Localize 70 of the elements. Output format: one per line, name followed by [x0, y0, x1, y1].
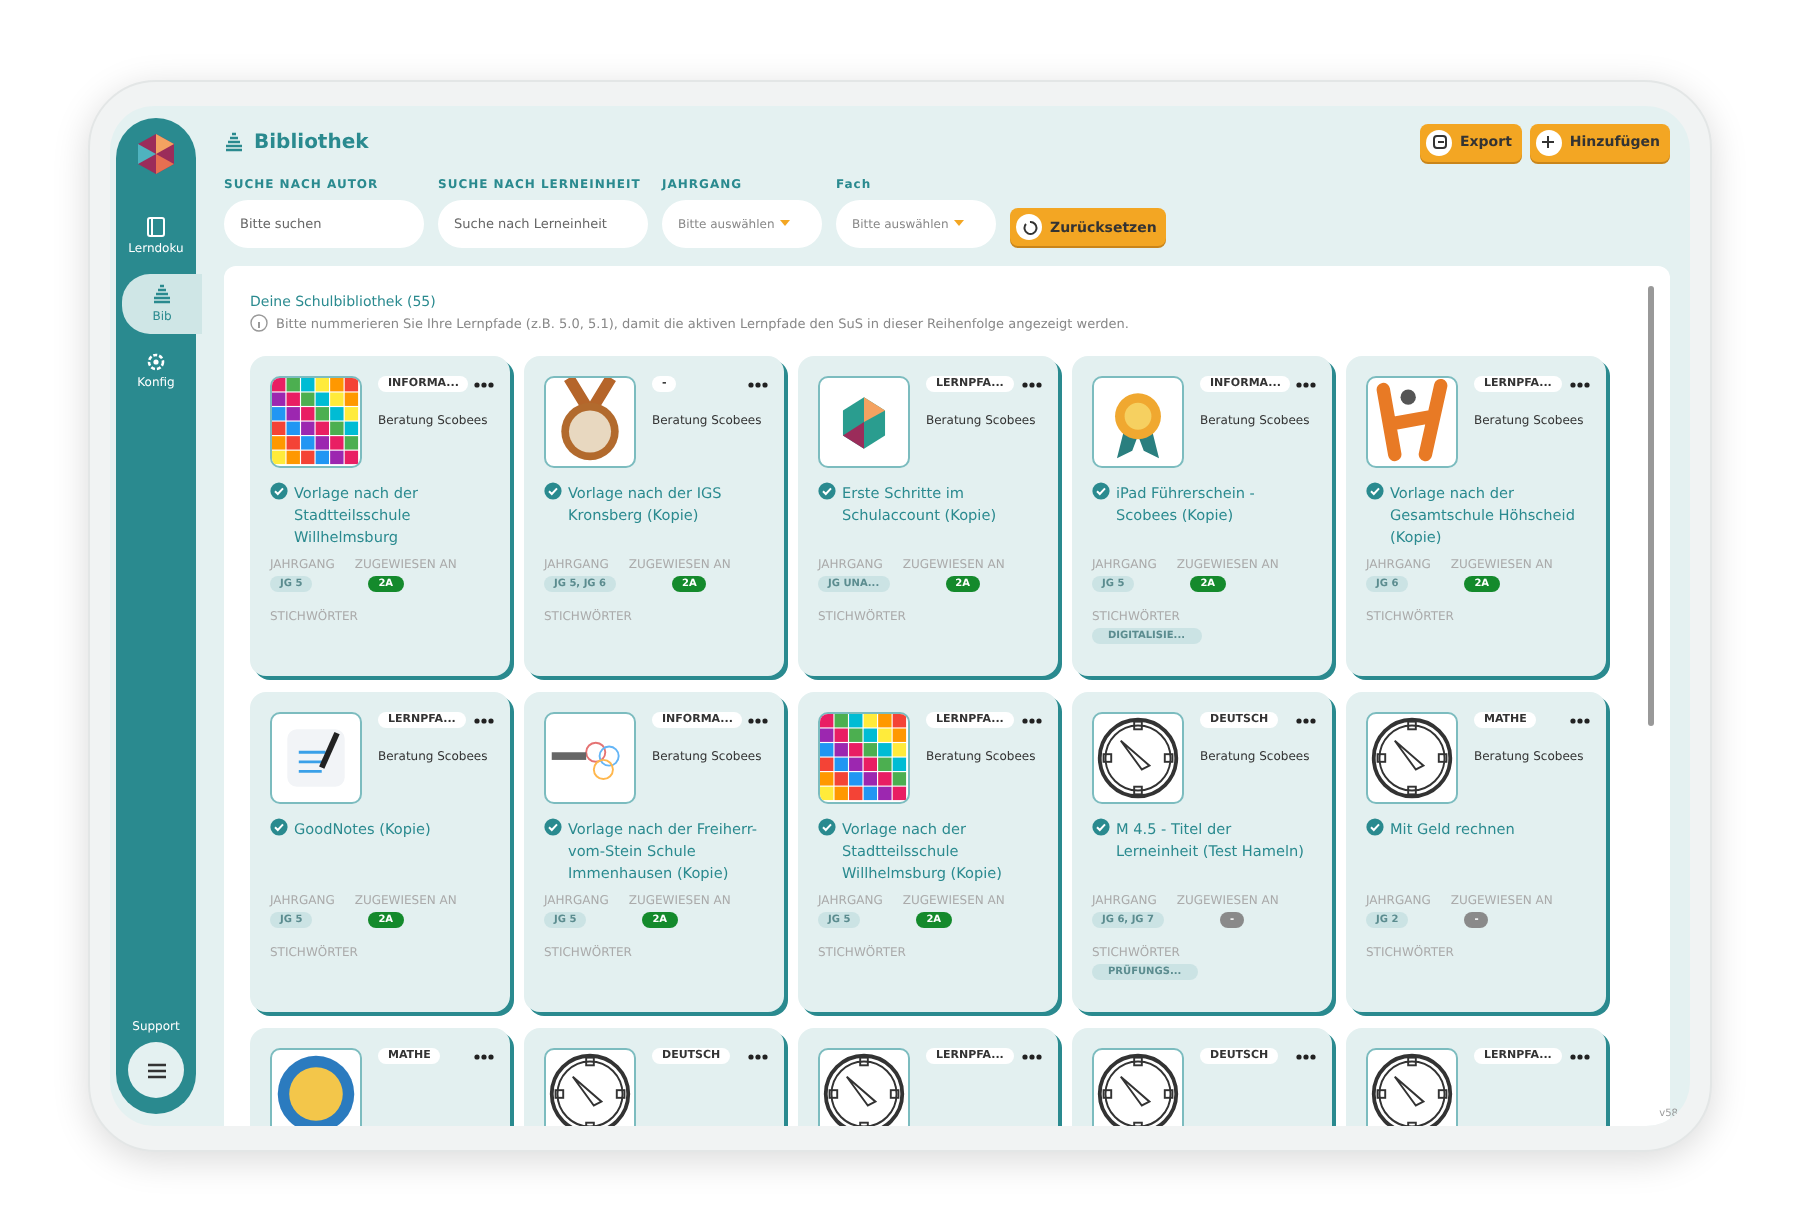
more-button[interactable] — [1296, 1053, 1316, 1059]
reset-icon — [1021, 219, 1037, 235]
verified-icon — [1092, 482, 1110, 500]
more-icon — [474, 717, 494, 723]
more-icon — [1570, 381, 1590, 387]
more-icon — [1022, 1053, 1042, 1059]
book-icon — [146, 216, 166, 238]
thumbnail-medal — [544, 376, 636, 468]
more-icon — [1570, 717, 1590, 723]
more-icon — [748, 717, 768, 723]
more-button[interactable] — [748, 381, 768, 387]
more-icon — [1296, 1053, 1316, 1059]
verified-icon — [544, 818, 562, 836]
thumbnail-rings — [544, 712, 636, 804]
verified-icon — [1092, 818, 1110, 836]
settings-icon — [146, 352, 166, 372]
more-button[interactable] — [1022, 381, 1042, 387]
more-button[interactable] — [1296, 717, 1316, 723]
page-title: Bibliothek — [254, 131, 369, 153]
more-button[interactable] — [474, 1053, 494, 1059]
more-icon — [1570, 1053, 1590, 1059]
more-icon — [1296, 381, 1316, 387]
verified-icon — [544, 482, 562, 500]
thumbnail-compass — [1366, 1048, 1458, 1126]
thumbnail-notepad — [270, 712, 362, 804]
thumbnail-rosette — [1092, 376, 1184, 468]
thumbnail-figure — [1366, 376, 1458, 468]
menu-button[interactable] — [128, 1042, 184, 1098]
thumbnail-mosaic — [818, 712, 910, 804]
more-icon — [1022, 717, 1042, 723]
more-icon — [748, 1053, 768, 1059]
more-button[interactable] — [474, 717, 494, 723]
more-button[interactable] — [474, 381, 494, 387]
info-icon — [250, 314, 268, 332]
verified-icon — [818, 818, 836, 836]
books-icon — [152, 284, 172, 306]
menu-icon — [145, 1061, 167, 1079]
thumbnail-compass — [1092, 712, 1184, 804]
thumbnail-compass — [1366, 712, 1458, 804]
thumbnail-globe — [270, 1048, 362, 1126]
thumbnail-logo — [818, 376, 910, 468]
more-button[interactable] — [1570, 717, 1590, 723]
thumbnail-mosaic — [270, 376, 362, 468]
verified-icon — [1366, 818, 1384, 836]
thumbnail-compass — [818, 1048, 910, 1126]
more-button[interactable] — [1022, 717, 1042, 723]
more-button[interactable] — [1296, 381, 1316, 387]
verified-icon — [270, 818, 288, 836]
caret-icon — [954, 220, 965, 228]
more-icon — [474, 1053, 494, 1059]
logo-icon — [132, 130, 180, 178]
scrollbar[interactable] — [1647, 286, 1653, 726]
thumbnail-compass — [1092, 1048, 1184, 1126]
plus-icon — [1540, 134, 1557, 150]
more-button[interactable] — [1022, 1053, 1042, 1059]
more-icon — [748, 381, 768, 387]
more-button[interactable] — [748, 717, 768, 723]
more-icon — [1296, 717, 1316, 723]
verified-icon — [270, 482, 288, 500]
more-icon — [1022, 381, 1042, 387]
export-icon — [1431, 134, 1447, 150]
caret-icon — [780, 220, 791, 228]
verified-icon — [818, 482, 836, 500]
more-icon — [474, 381, 494, 387]
more-button[interactable] — [748, 1053, 768, 1059]
verified-icon — [1366, 482, 1384, 500]
books-icon — [224, 131, 244, 153]
more-button[interactable] — [1570, 381, 1590, 387]
more-button[interactable] — [1570, 1053, 1590, 1059]
thumbnail-compass — [544, 1048, 636, 1126]
